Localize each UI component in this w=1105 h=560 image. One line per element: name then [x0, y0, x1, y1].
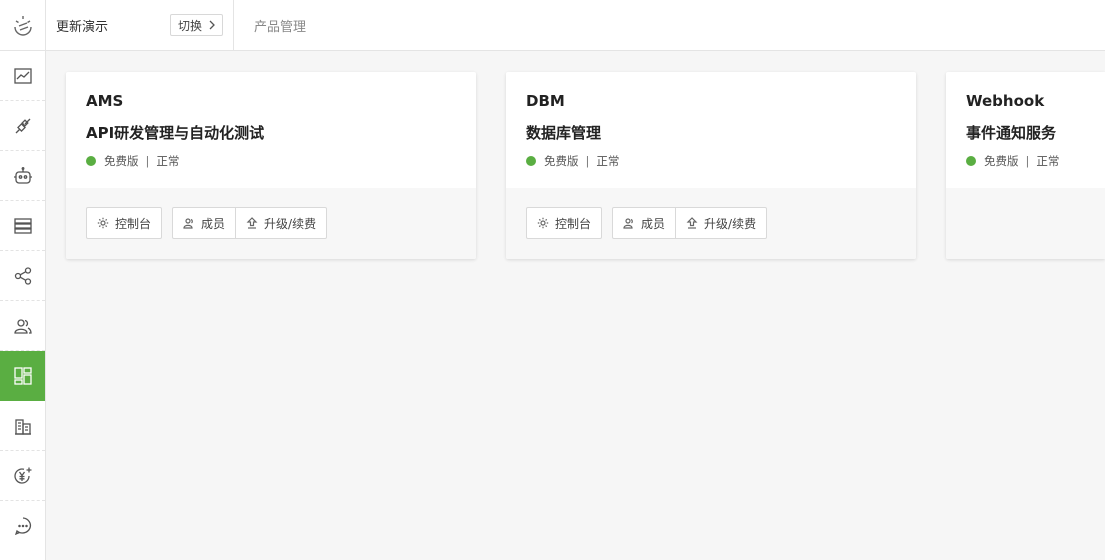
sidebar-item-share[interactable]: [0, 251, 45, 301]
plan-label: 免费版: [104, 154, 139, 168]
chevron-right-icon: [209, 20, 215, 30]
upload-arrow-icon: [246, 217, 258, 229]
sidebar: [0, 0, 46, 560]
members-label: 成员: [641, 216, 666, 231]
card-footer: [946, 188, 1105, 259]
sidebar-item-api[interactable]: [0, 101, 45, 151]
chart-icon: [13, 67, 32, 84]
plan-label: 免费版: [984, 154, 1019, 168]
member-upgrade-group: 成员 升级/续费: [172, 207, 328, 259]
api-plug-icon: [15, 118, 30, 133]
sidebar-item-robot[interactable]: [0, 151, 45, 201]
product-code: AMS: [86, 92, 124, 110]
product-status: 免费版 | 正常: [526, 153, 896, 169]
breadcrumb: 产品管理: [254, 19, 307, 35]
upload-arrow-icon: [686, 217, 698, 229]
product-card-webhook: Webhook 事件通知服务 免费版 | 正常: [946, 72, 1105, 259]
top-header: 更新演示 切换 产品管理: [46, 0, 1105, 51]
sidebar-item-chat[interactable]: [0, 501, 45, 551]
status-dot: [86, 156, 96, 166]
switch-label: 切换: [178, 18, 203, 33]
status-dot: [526, 156, 536, 166]
sidebar-item-building[interactable]: [0, 401, 45, 451]
logo-icon: [13, 16, 32, 36]
share-icon: [14, 266, 31, 285]
sidebar-item-chart[interactable]: [0, 51, 45, 101]
upgrade-button[interactable]: 升级/续费: [236, 207, 328, 239]
product-card-dbm: DBM 数据库管理 免费版 | 正常 控制台 成员 升级/续费: [506, 72, 916, 259]
member-upgrade-group: 成员 升级/续费: [612, 207, 768, 259]
members-icon: [183, 218, 193, 229]
upgrade-label: 升级/续费: [704, 216, 757, 231]
database-icon: [13, 217, 32, 234]
product-card-ams: AMS API研发管理与自动化测试 免费版 | 正常 控制台 成员 升级/续费: [66, 72, 476, 259]
console-label: 控制台: [115, 216, 152, 231]
console-button[interactable]: 控制台: [526, 207, 603, 239]
members-label: 成员: [201, 216, 226, 231]
members-button[interactable]: 成员: [172, 207, 237, 239]
gear-icon: [97, 217, 109, 229]
console-button[interactable]: 控制台: [86, 207, 163, 239]
product-status: 免费版 | 正常: [966, 153, 1085, 169]
workspace-name: 更新演示: [56, 19, 109, 35]
team-icon: [13, 318, 32, 334]
header-divider: [233, 0, 235, 51]
product-title: 数据库管理: [526, 124, 602, 142]
console-label: 控制台: [555, 216, 592, 231]
status-dot: [966, 156, 976, 166]
sidebar-item-billing[interactable]: [0, 451, 45, 501]
product-code: Webhook: [966, 92, 1045, 110]
yuan-plus-icon: [13, 467, 31, 484]
upgrade-button[interactable]: 升级/续费: [676, 207, 768, 239]
sidebar-item-dashboard[interactable]: [0, 351, 45, 401]
chat-icon: [14, 517, 31, 536]
members-icon: [623, 218, 633, 229]
upgrade-label: 升级/续费: [264, 216, 317, 231]
dashboard-icon: [13, 366, 32, 385]
status-separator: |: [145, 154, 150, 168]
state-label: 正常: [156, 154, 180, 168]
members-button[interactable]: 成员: [612, 207, 677, 239]
robot-icon: [13, 166, 32, 184]
sidebar-item-team[interactable]: [0, 301, 45, 351]
product-title: API研发管理与自动化测试: [86, 124, 265, 142]
product-status: 免费版 | 正常: [86, 153, 456, 169]
plan-label: 免费版: [544, 154, 579, 168]
product-code: DBM: [526, 92, 565, 110]
app-logo[interactable]: [0, 0, 45, 51]
state-label: 正常: [1036, 154, 1060, 168]
status-separator: |: [585, 154, 590, 168]
state-label: 正常: [596, 154, 620, 168]
product-title: 事件通知服务: [966, 124, 1057, 142]
switch-workspace-button[interactable]: 切换: [170, 14, 224, 36]
status-separator: |: [1025, 154, 1030, 168]
gear-icon: [537, 217, 549, 229]
building-icon: [14, 418, 31, 435]
sidebar-item-database[interactable]: [0, 201, 45, 251]
